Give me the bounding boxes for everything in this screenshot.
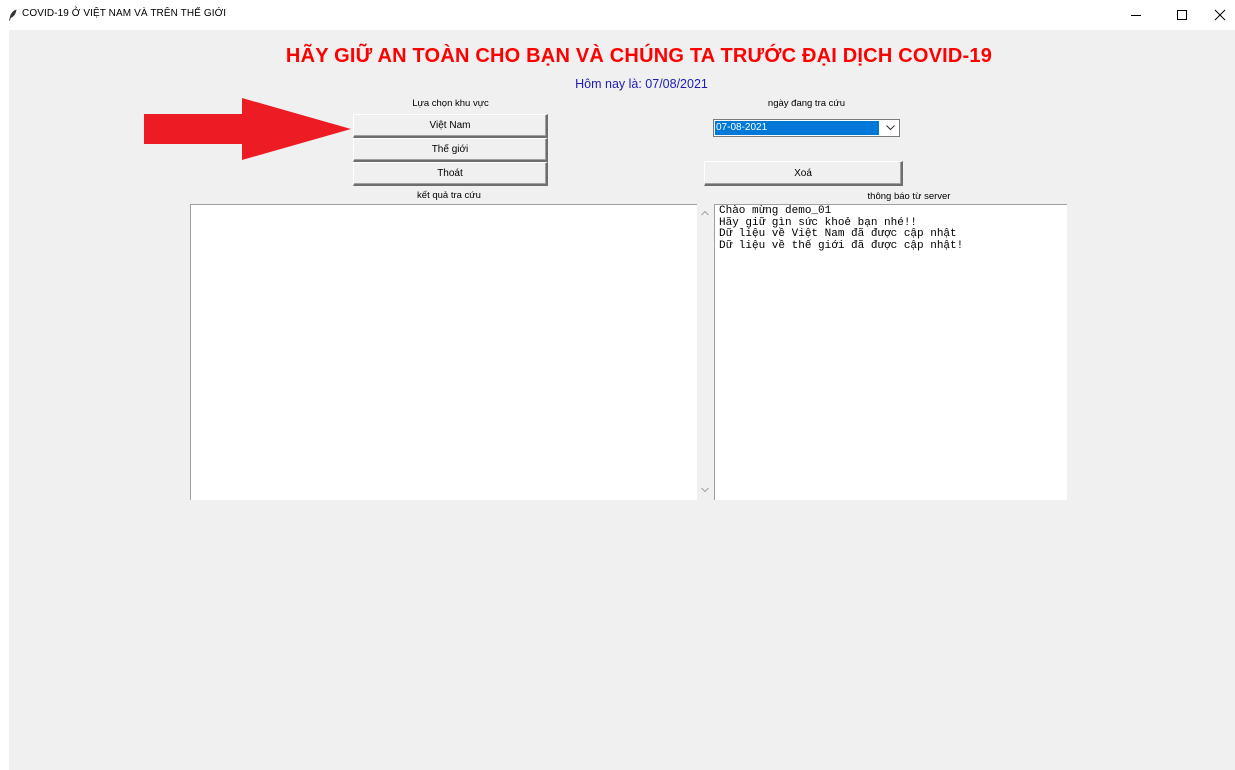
server-messages-textbox[interactable]: Chào mừng demo_01 Hãy giữ gìn sức khoẻ b…	[714, 204, 1067, 500]
chevron-down-icon	[885, 125, 895, 131]
close-icon	[1214, 9, 1226, 21]
window-border	[0, 30, 9, 770]
clear-button[interactable]: Xoá	[704, 161, 903, 186]
page-title: HÃY GIỮ AN TOÀN CHO BẠN VÀ CHÚNG TA TRƯỚ…	[285, 45, 993, 67]
minimize-button[interactable]	[1113, 0, 1159, 30]
close-button[interactable]	[1205, 0, 1235, 30]
feather-icon	[9, 9, 17, 21]
date-select[interactable]: 07-08-2021	[713, 119, 900, 137]
minimize-icon	[1131, 15, 1141, 16]
server-messages-text: Chào mừng demo_01 Hãy giữ gìn sức khoẻ b…	[719, 205, 964, 252]
window-title: COVID-19 Ở VIỆT NAM VÀ TRÊN THẾ GIỚI	[22, 8, 227, 19]
vietnam-button[interactable]: Việt Nam	[353, 114, 548, 138]
results-textbox[interactable]	[190, 204, 698, 500]
scroll-up-icon[interactable]	[701, 210, 709, 216]
date-select-value: 07-08-2021	[715, 121, 879, 135]
maximize-button[interactable]	[1159, 0, 1205, 30]
combo-dropdown-button[interactable]	[881, 120, 899, 136]
scroll-down-icon[interactable]	[701, 487, 709, 493]
world-button[interactable]: Thế giới	[353, 138, 548, 162]
maximize-icon	[1177, 10, 1187, 20]
date-lookup-label: ngày đang tra cứu	[767, 98, 846, 109]
results-label: kết quả tra cứu	[417, 190, 481, 201]
server-messages-label: thông báo từ server	[867, 191, 951, 202]
results-scrollbar[interactable]	[697, 204, 714, 500]
red-arrow-icon	[144, 98, 351, 160]
exit-button[interactable]: Thoát	[353, 162, 548, 186]
region-label: Lựa chọn khu vực	[412, 98, 489, 109]
title-bar[interactable]: COVID-19 Ở VIỆT NAM VÀ TRÊN THẾ GIỚI	[0, 0, 1235, 30]
app-content: HÃY GIỮ AN TOÀN CHO BẠN VÀ CHÚNG TA TRƯỚ…	[9, 30, 1235, 770]
app-window: COVID-19 Ở VIỆT NAM VÀ TRÊN THẾ GIỚI HÃY…	[0, 0, 1235, 770]
today-date-label: Hôm nay là: 07/08/2021	[575, 77, 708, 91]
